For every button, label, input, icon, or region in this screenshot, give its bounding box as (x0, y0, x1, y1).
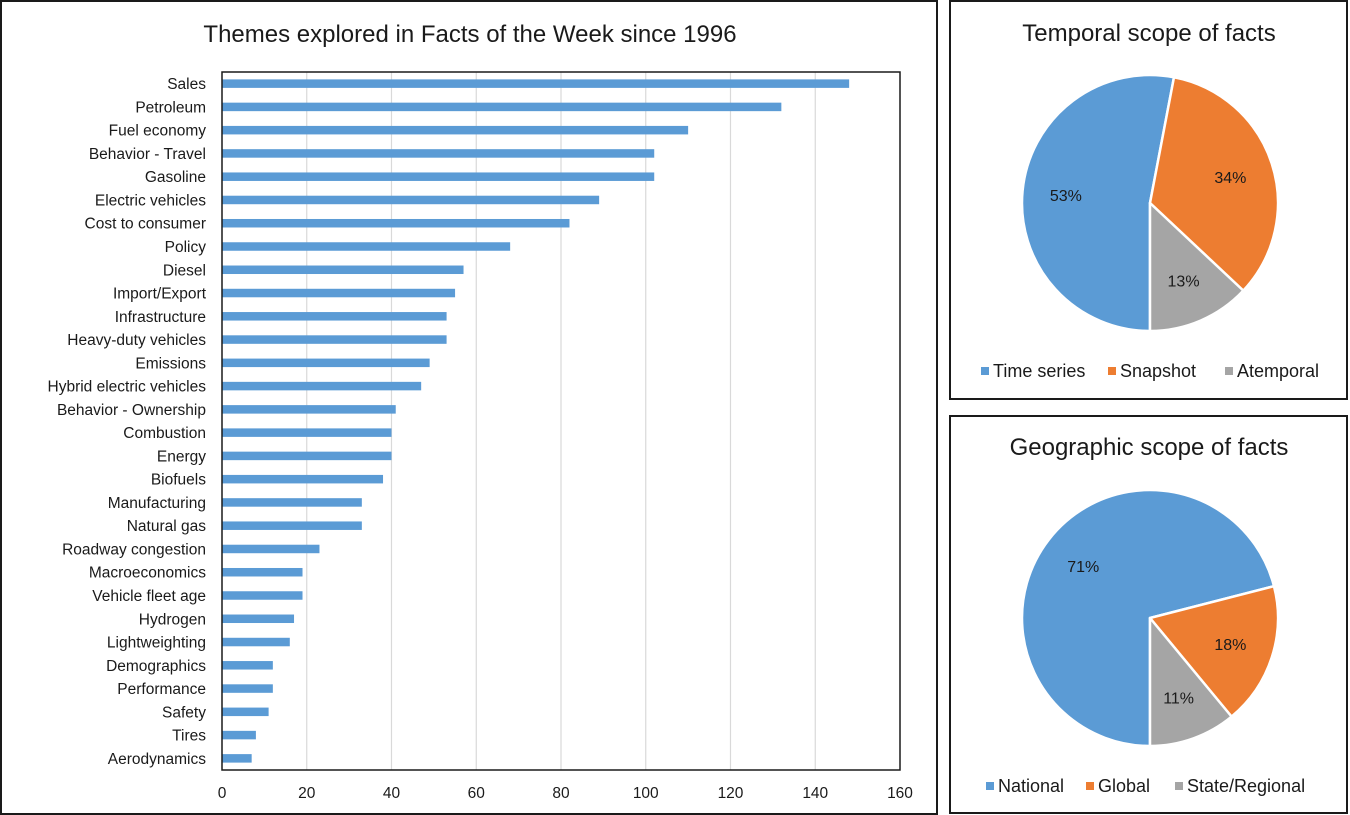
category-label: Safety (162, 704, 206, 721)
category-label: Heavy-duty vehicles (67, 332, 206, 349)
bar (222, 521, 362, 530)
bar (222, 591, 303, 600)
category-label: Biofuels (151, 472, 206, 489)
category-label: Gasoline (145, 169, 206, 186)
category-label: Policy (165, 239, 207, 256)
legend-entry: Snapshot (1120, 361, 1196, 381)
category-label: Infrastructure (115, 309, 206, 326)
category-label: Emissions (135, 355, 206, 372)
themes-bar-chart-panel: Themes explored in Facts of the Week sin… (0, 0, 938, 815)
bar (222, 218, 570, 228)
legend-entry: State/Regional (1187, 776, 1305, 796)
geographic-pie-title: Geographic scope of facts (1010, 434, 1289, 461)
bar (222, 474, 384, 484)
legend-swatch (981, 367, 989, 375)
geographic-pie-panel: Geographic scope of facts 71% 18% 11% Nati… (949, 415, 1348, 814)
pie-data-label: 71% (1067, 559, 1099, 576)
bar (222, 567, 303, 577)
bar (222, 684, 273, 693)
bar (222, 79, 850, 88)
category-label: Cost to consumer (85, 216, 206, 233)
category-label: Macroeconomics (89, 565, 206, 582)
category-label: Behavior - Ownership (57, 402, 206, 419)
category-label: Electric vehicles (95, 192, 206, 209)
category-label: Fuel economy (109, 123, 207, 140)
legend-swatch (1108, 367, 1116, 375)
x-tick-label: 100 (633, 785, 659, 802)
temporal-pie-title: Temporal scope of facts (1022, 20, 1275, 47)
bar (222, 498, 362, 507)
x-tick-label: 0 (218, 785, 227, 802)
bar (222, 405, 396, 414)
pie-data-label: 53% (1050, 188, 1082, 205)
bar (222, 265, 464, 275)
category-label: Lightweighting (107, 635, 206, 652)
legend-entry: Atemporal (1237, 361, 1319, 381)
category-label: Sales (167, 76, 206, 93)
bar (222, 242, 511, 251)
temporal-pie-chart: Temporal scope of facts 53% 34% 13% Time s… (981, 20, 1319, 381)
x-tick-label: 40 (383, 785, 401, 802)
category-label: Energy (157, 448, 206, 465)
bar (222, 358, 430, 368)
bar (222, 707, 269, 717)
x-tick-label: 20 (298, 785, 316, 802)
category-label: Demographics (106, 658, 206, 675)
themes-bar-chart: Themes explored in Facts of the Week sin… (48, 21, 914, 802)
bar (222, 637, 290, 647)
bar (222, 544, 320, 554)
x-tick-label: 160 (887, 785, 913, 802)
x-tick-label: 140 (802, 785, 828, 802)
category-label: Behavior - Travel (89, 146, 206, 163)
legend-entry: Global (1098, 776, 1150, 796)
bar-chart-title: Themes explored in Facts of the Week sin… (203, 21, 736, 48)
category-label: Aerodynamics (108, 751, 206, 768)
legend-entry: National (998, 776, 1064, 796)
category-label: Manufacturing (108, 495, 206, 512)
category-label: Natural gas (127, 518, 207, 535)
x-tick-label: 120 (718, 785, 744, 802)
temporal-pie-panel: Temporal scope of facts 53% 34% 13% Time s… (949, 0, 1348, 400)
pie-data-label: 13% (1168, 274, 1200, 291)
bar (222, 312, 447, 321)
bar (222, 614, 295, 624)
bar (222, 288, 456, 298)
pie-data-label: 18% (1214, 637, 1246, 654)
category-label: Hydrogen (139, 611, 206, 628)
pie-data-label: 34% (1214, 170, 1246, 187)
legend-swatch (1175, 782, 1183, 790)
category-label: Diesel (163, 262, 206, 279)
x-tick-label: 60 (468, 785, 486, 802)
category-label: Tires (172, 728, 206, 745)
geographic-pie-chart: Geographic scope of facts 71% 18% 11% Nati… (986, 434, 1305, 796)
bar (222, 195, 600, 205)
legend-entry: Time series (993, 361, 1085, 381)
bar (222, 451, 392, 461)
bar (222, 102, 782, 112)
category-label: Petroleum (135, 99, 206, 116)
bar (222, 335, 447, 344)
bar (222, 149, 655, 158)
bar (222, 754, 252, 763)
legend-swatch (1225, 367, 1233, 375)
bar (222, 428, 392, 437)
x-tick-label: 80 (552, 785, 570, 802)
bar (222, 381, 422, 391)
legend-swatch (1086, 782, 1094, 790)
pie-data-label: 11% (1163, 690, 1194, 707)
category-label: Roadway congestion (62, 541, 206, 558)
bar (222, 125, 689, 135)
category-label: Import/Export (113, 286, 207, 303)
bar (222, 730, 256, 740)
category-label: Combustion (123, 425, 206, 442)
category-label: Performance (117, 681, 206, 698)
category-label: Vehicle fleet age (92, 588, 206, 605)
legend-swatch (986, 782, 994, 790)
bar (222, 172, 655, 181)
category-label: Hybrid electric vehicles (48, 379, 207, 396)
bar (222, 661, 273, 670)
